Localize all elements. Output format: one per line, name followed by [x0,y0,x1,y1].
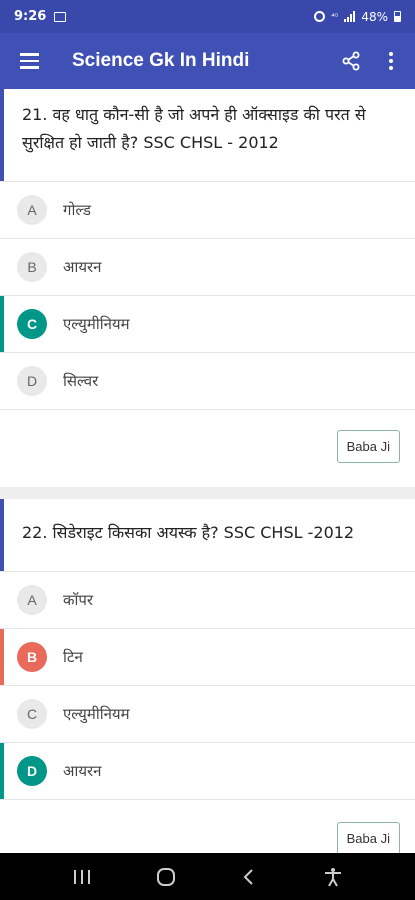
option-letter: B [17,642,47,672]
share-icon[interactable] [331,33,371,89]
alarm-icon [314,11,326,22]
option-text: आयरन [63,762,102,780]
option-letter: C [17,699,47,729]
option-d[interactable]: D सिल्वर [0,352,415,409]
option-letter: A [17,195,47,225]
back-icon[interactable] [224,853,274,900]
battery-percent: 48% [361,9,388,24]
option-b[interactable]: B आयरन [0,238,415,295]
app-title: Science Gk In Hindi [72,50,250,71]
option-a[interactable]: A कॉपर [0,571,415,628]
option-text: गोल्ड [63,201,91,219]
question-list[interactable]: 21. वह धातु कौन-सी है जो अपने ही ऑक्साइड… [0,89,415,853]
accessibility-icon[interactable] [308,853,358,900]
option-c[interactable]: C एल्युमीनियम [0,685,415,742]
option-letter: D [17,366,47,396]
menu-icon[interactable] [0,33,58,89]
option-text: सिल्वर [63,372,99,390]
baba-ji-button[interactable]: Baba Ji [336,822,400,853]
correct-indicator [0,743,4,799]
option-a[interactable]: A गोल्ड [0,181,415,238]
wifi-calling-icon: ⁴ᴳ [331,11,339,21]
option-c[interactable]: C एल्युमीनियम [0,295,415,352]
option-text: टिन [63,648,83,666]
option-text: एल्युमीनियम [63,315,130,333]
question-text: 22. सिडेराइट किसका अयस्क है? SSC CHSL -2… [0,499,415,571]
question-card: 22. सिडेराइट किसका अयस्क है? SSC CHSL -2… [0,499,415,853]
system-nav-bar [0,853,415,900]
question-text: 21. वह धातु कौन-सी है जो अपने ही ऑक्साइड… [0,89,415,181]
status-icons: ⁴ᴳ 48% [314,10,401,24]
status-bar: 9:26 ⁴ᴳ 48% [0,0,415,33]
option-b[interactable]: B टिन [0,628,415,685]
card-footer: Baba Ji [0,409,415,487]
wrong-indicator [0,629,4,685]
card-separator [0,487,415,499]
app-bar: Science Gk In Hindi [0,33,415,89]
status-time: 9:26 [14,9,47,24]
option-text: कॉपर [63,591,94,609]
correct-indicator [0,296,4,352]
option-letter: D [17,756,47,786]
gallery-icon [54,11,67,22]
home-icon[interactable] [141,853,191,900]
signal-icon [344,11,356,22]
option-letter: C [17,309,47,339]
option-letter: A [17,585,47,615]
more-options-icon[interactable] [371,33,411,89]
recent-apps-icon[interactable] [57,853,107,900]
option-text: एल्युमीनियम [63,705,130,723]
option-text: आयरन [63,258,102,276]
baba-ji-button[interactable]: Baba Ji [336,430,400,463]
option-d[interactable]: D आयरन [0,742,415,799]
option-letter: B [17,252,47,282]
card-footer: Baba Ji [0,799,415,853]
question-card: 21. वह धातु कौन-सी है जो अपने ही ऑक्साइड… [0,89,415,499]
battery-icon [394,11,401,22]
